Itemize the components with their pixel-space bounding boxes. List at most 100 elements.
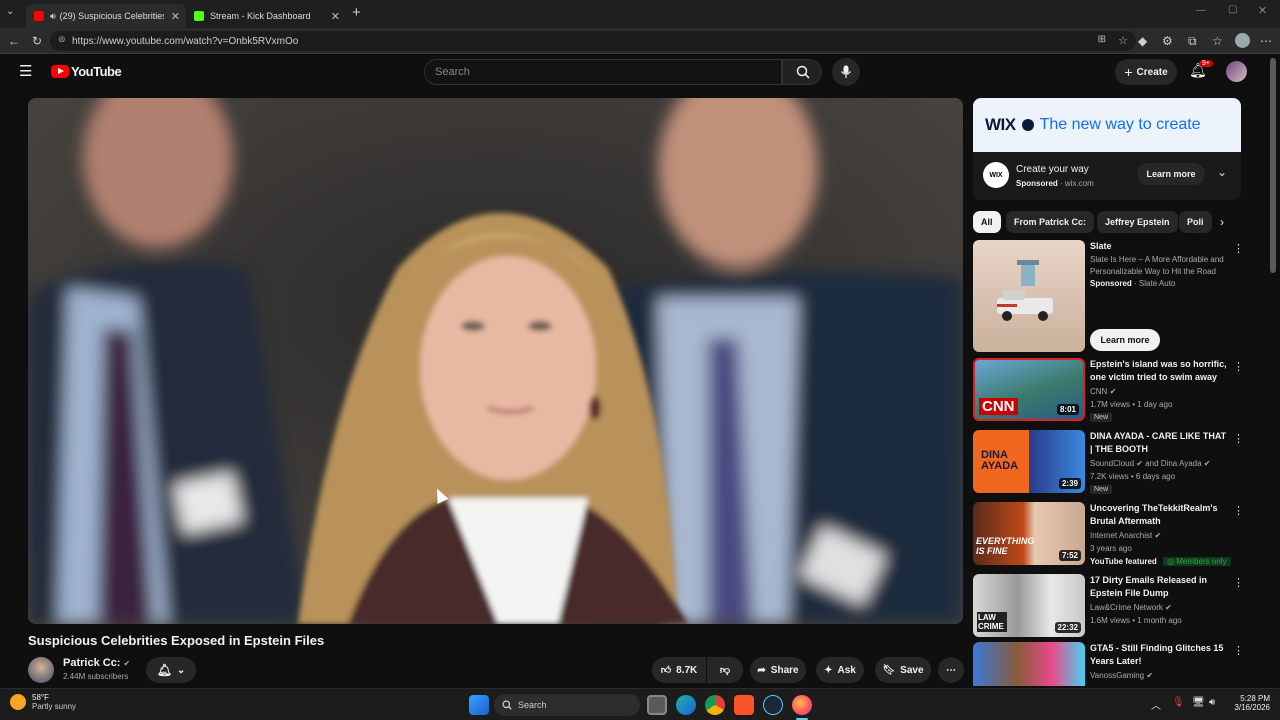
tab-youtube[interactable]: 🔊︎ (29) Suspicious Celebrities Ex ✕ xyxy=(26,4,186,28)
account-avatar[interactable] xyxy=(1226,61,1247,82)
hamburger-menu-icon[interactable]: ☰ xyxy=(19,62,32,80)
close-tab-icon[interactable]: ✕ xyxy=(331,10,340,23)
tray-chevron-icon[interactable]: ︿ xyxy=(1151,697,1161,712)
maximize-icon[interactable]: ▢ xyxy=(1228,4,1237,15)
subscribe-notifications-button[interactable]: 🔔︎ ⌄ xyxy=(146,657,196,683)
favorite-star-icon[interactable]: ☆ xyxy=(1118,34,1128,47)
search-icon xyxy=(502,700,512,710)
chips-next-chevron-icon[interactable]: › xyxy=(1220,215,1224,229)
chip-all[interactable]: All xyxy=(973,211,1001,233)
close-window-icon[interactable]: ✕ xyxy=(1258,4,1267,17)
duration-badge: 8:01 xyxy=(1056,404,1079,415)
site-info-icon[interactable]: ⊜ xyxy=(58,34,66,45)
learn-more-button[interactable]: Learn more xyxy=(1090,329,1160,351)
ad-card[interactable]: WIX The new way to create WIX Create you… xyxy=(973,98,1241,200)
steam-icon[interactable] xyxy=(763,695,783,715)
close-tab-icon[interactable]: ✕ xyxy=(171,10,180,23)
weather-widget[interactable]: 58°F Partly sunny xyxy=(10,693,76,711)
save-button[interactable]: 🔖︎ Save xyxy=(875,657,931,683)
sponsored-recommendation[interactable]: Slate Slate Is Here – A More Affordable … xyxy=(973,240,1244,354)
clock-time: 5:28 PM xyxy=(1240,694,1270,703)
more-options-icon[interactable]: ⋮ xyxy=(1233,360,1244,373)
dislike-button[interactable]: 👎︎ xyxy=(707,657,743,683)
firefox-icon[interactable] xyxy=(792,695,812,715)
more-horizontal-icon: ⋯ xyxy=(946,664,956,676)
taskbar-search[interactable]: Search xyxy=(494,694,640,716)
profile-avatar[interactable] xyxy=(1235,33,1250,48)
slate-thumbnail[interactable] xyxy=(973,240,1085,352)
truck-illustration xyxy=(997,260,1053,321)
extension-icon[interactable]: ◆ xyxy=(1138,28,1147,54)
more-options-icon[interactable]: ⋮ xyxy=(1233,504,1244,517)
like-button[interactable]: 👍︎ 8.7K xyxy=(652,657,706,683)
youtube-logo[interactable]: YouTube xyxy=(51,64,122,79)
chip-politics[interactable]: Poli xyxy=(1179,211,1212,233)
split-screen-icon[interactable]: ⧉ xyxy=(1188,28,1197,54)
video-player[interactable] xyxy=(28,98,963,624)
chip-from-channel[interactable]: From Patrick Cc: xyxy=(1006,211,1095,233)
video-thumbnail[interactable]: LAW CRIME 22:32 xyxy=(973,574,1085,637)
voice-search-button[interactable] xyxy=(832,58,860,86)
windows-start-icon[interactable] xyxy=(469,695,489,715)
video-thumbnail[interactable]: EVERYTHING IS FINE 7:52 xyxy=(973,502,1085,565)
recommendation-item[interactable]: DINA AYADA 2:39 DINA AYADA - CARE LIKE T… xyxy=(973,430,1244,496)
search-input[interactable]: Search xyxy=(424,59,782,85)
more-menu-icon[interactable]: ⋯ xyxy=(1260,28,1272,54)
channel-name-row[interactable]: Patrick Cc: ✔︎ xyxy=(63,657,130,669)
more-options-icon[interactable]: ⋮ xyxy=(1233,242,1244,255)
recommendation-item[interactable]: CNN 8:01 Epstein's island was so horrifi… xyxy=(973,358,1244,424)
microphone-tray-icon[interactable]: 🎙︎ xyxy=(1172,697,1185,708)
video-thumbnail[interactable] xyxy=(973,642,1085,686)
more-actions-button[interactable]: ⋯ xyxy=(938,657,964,683)
ad-expand-chevron-icon[interactable]: ⌄ xyxy=(1217,165,1227,179)
address-bar[interactable]: ⊜ https://www.youtube.com/watch?v=Onbk5R… xyxy=(50,31,1136,51)
chip-jeffrey-epstein[interactable]: Jeffrey Epstein xyxy=(1097,211,1178,233)
rec-channel: SoundCloud ✔︎ and Dina Ayada ✔︎ xyxy=(1090,459,1211,468)
tab-list-chevron-icon[interactable]: ⌄ xyxy=(6,6,14,17)
recommendation-item[interactable]: GTA5 - Still Finding Glitches 15 Years L… xyxy=(973,642,1243,686)
ad-banner[interactable]: WIX The new way to create xyxy=(973,98,1241,152)
verified-icon: ✔︎ xyxy=(1203,459,1211,468)
new-tab-icon[interactable]: + xyxy=(352,4,361,21)
url-text: https://www.youtube.com/watch?v=Onbk5RVx… xyxy=(72,35,299,47)
share-button[interactable]: ➦ Share xyxy=(750,657,806,683)
clock[interactable]: 5:28 PM 3/16/2026 xyxy=(1228,694,1270,712)
thumbnail-text: EVERYTHING IS FINE xyxy=(976,536,1035,556)
weather-desc: Partly sunny xyxy=(32,702,77,711)
brave-browser-icon[interactable] xyxy=(734,695,754,715)
ad-learn-more-button[interactable]: Learn more xyxy=(1137,163,1205,185)
video-thumbnail[interactable]: DINA AYADA 2:39 xyxy=(973,430,1085,493)
video-thumbnail[interactable]: CNN 8:01 xyxy=(973,358,1085,421)
more-options-icon[interactable]: ⋮ xyxy=(1233,644,1243,657)
duration-badge: 2:39 xyxy=(1058,478,1081,489)
chrome-icon[interactable] xyxy=(705,695,725,715)
edge-browser-icon[interactable] xyxy=(676,695,696,715)
apps-icon[interactable]: ⊞ xyxy=(1098,34,1106,45)
channel-avatar[interactable] xyxy=(28,657,54,683)
scrollbar-thumb[interactable] xyxy=(1270,58,1276,273)
browser-tab-bar: ⌄ 🔊︎ (29) Suspicious Celebrities Ex ✕ St… xyxy=(0,0,1280,28)
create-label: Create xyxy=(1136,66,1168,78)
reload-icon[interactable]: ↻ xyxy=(32,28,42,54)
more-options-icon[interactable]: ⋮ xyxy=(1233,432,1244,445)
page-scrollbar[interactable] xyxy=(1267,54,1280,688)
search-button[interactable] xyxy=(782,59,822,85)
favorites-icon[interactable]: ☆ xyxy=(1212,28,1223,54)
network-icon[interactable]: 🖥︎ xyxy=(1192,697,1205,708)
notifications-button[interactable]: 🔔︎ 9+ xyxy=(1189,60,1213,82)
recommendation-item[interactable]: EVERYTHING IS FINE 7:52 Uncovering TheTe… xyxy=(973,502,1244,568)
ask-button[interactable]: ✦ Ask xyxy=(816,657,864,683)
volume-icon[interactable]: 🔊︎ xyxy=(1209,697,1215,708)
more-options-icon[interactable]: ⋮ xyxy=(1233,576,1244,589)
windows-taskbar: 58°F Partly sunny Search ︿ 🎙︎ 🖥︎ 🔊︎ 5:28… xyxy=(0,688,1280,720)
weather-temp: 58°F xyxy=(32,693,49,702)
speaker-icon: 🔊︎ xyxy=(50,10,56,21)
minimize-icon[interactable]: — xyxy=(1196,5,1206,16)
back-icon[interactable]: ← xyxy=(8,28,20,54)
create-button[interactable]: + Create xyxy=(1115,59,1177,85)
recommendation-item[interactable]: LAW CRIME 22:32 17 Dirty Emails Released… xyxy=(973,574,1244,640)
advertiser-logo: WIX xyxy=(983,162,1009,188)
puzzle-icon[interactable]: ⚙︎ xyxy=(1162,28,1173,54)
tab-kick[interactable]: Stream - Kick Dashboard ✕ xyxy=(186,4,346,28)
task-view-icon[interactable] xyxy=(647,695,667,715)
